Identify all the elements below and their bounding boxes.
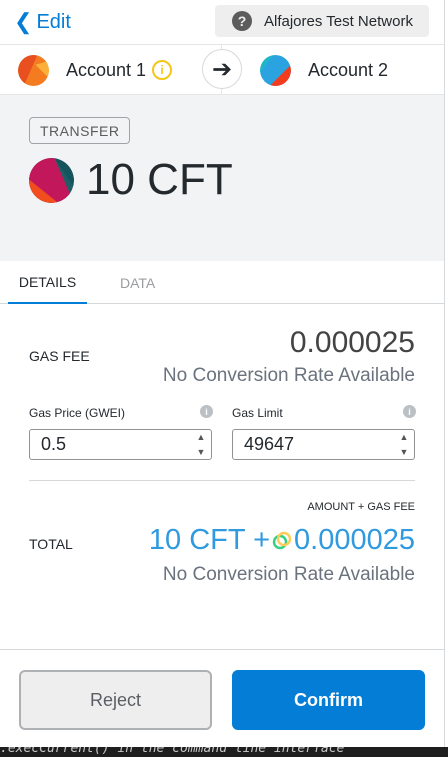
total-label: TOTAL [29,536,73,552]
total-amount-part: 10 CFT + [148,524,271,556]
gas-fee-label: GAS FEE [29,348,90,364]
section-divider [29,480,415,481]
recipient-account[interactable]: Account 2 [260,45,388,95]
transaction-summary: TRANSFER 10 CFT [0,95,444,261]
info-circle-icon[interactable]: i [152,60,173,80]
gas-limit-stepper[interactable]: ▲ ▼ [397,432,411,457]
details-tabs: DETAILS DATA [0,261,444,304]
arrow-right-icon: ➔ [202,49,242,89]
edit-label: Edit [36,10,71,33]
network-selector[interactable]: ? Alfajores Test Network [215,5,429,37]
confirm-transaction-popup: ❮ Edit ? Alfajores Test Network Account … [0,0,445,747]
account-2-avatar [260,54,291,86]
chevron-left-icon: ❮ [14,9,33,34]
tab-data[interactable]: DATA [120,261,155,304]
celo-coin-icon [272,531,292,549]
sender-recipient-row: Account 1 i ➔ Account 2 [0,44,444,95]
total-sublabel: AMOUNT + GAS FEE [307,501,415,513]
network-label: Alfajores Test Network [264,12,413,30]
gas-fee-value: 0.000025 [289,326,415,359]
question-circle-icon: ? [232,11,252,31]
reject-button[interactable]: Reject [19,670,212,730]
gas-limit-label: Gas Limit [232,406,283,420]
transaction-type-badge: TRANSFER [29,117,131,144]
chevron-up-icon[interactable]: ▲ [400,432,409,442]
gas-price-stepper[interactable]: ▲ ▼ [194,432,208,457]
amount-row: 10 CFT [29,155,233,205]
page-header: ❮ Edit ? Alfajores Test Network [0,0,444,44]
chevron-up-icon[interactable]: ▲ [197,432,206,442]
gas-limit-input[interactable] [233,430,383,459]
details-pane: GAS FEE 0.000025 No Conversion Rate Avai… [0,304,444,649]
sender-name: Account 1 [66,59,147,80]
info-icon[interactable]: i [200,405,213,418]
background-terminal: .execCurrent() in the command line inter… [0,747,448,757]
gas-limit-field[interactable]: ▲ ▼ [232,429,415,460]
account-1-avatar [18,54,49,86]
chevron-down-icon[interactable]: ▼ [197,447,206,457]
transfer-amount: 10 CFT [86,155,233,204]
edit-back-link[interactable]: ❮ Edit [14,8,71,36]
chevron-down-icon[interactable]: ▼ [400,447,409,457]
info-icon[interactable]: i [403,405,416,418]
tab-details[interactable]: DETAILS [8,261,87,304]
gas-fee-conversion: No Conversion Rate Available [162,365,415,386]
sender-account[interactable]: Account 1 i [18,45,173,95]
total-value: 10 CFT + 0.000025 [149,524,415,557]
recipient-name: Account 2 [308,59,389,80]
gas-price-input[interactable] [30,430,180,459]
total-conversion: No Conversion Rate Available [162,564,415,585]
confirm-button[interactable]: Confirm [232,670,425,730]
gas-price-field[interactable]: ▲ ▼ [29,429,212,460]
gas-price-label: Gas Price (GWEI) [29,406,126,420]
background-terminal-text: .execCurrent() in the command line inter… [0,747,345,756]
token-icon [29,157,74,203]
action-footer: Reject Confirm [0,649,444,747]
total-fee-part: 0.000025 [294,524,415,556]
